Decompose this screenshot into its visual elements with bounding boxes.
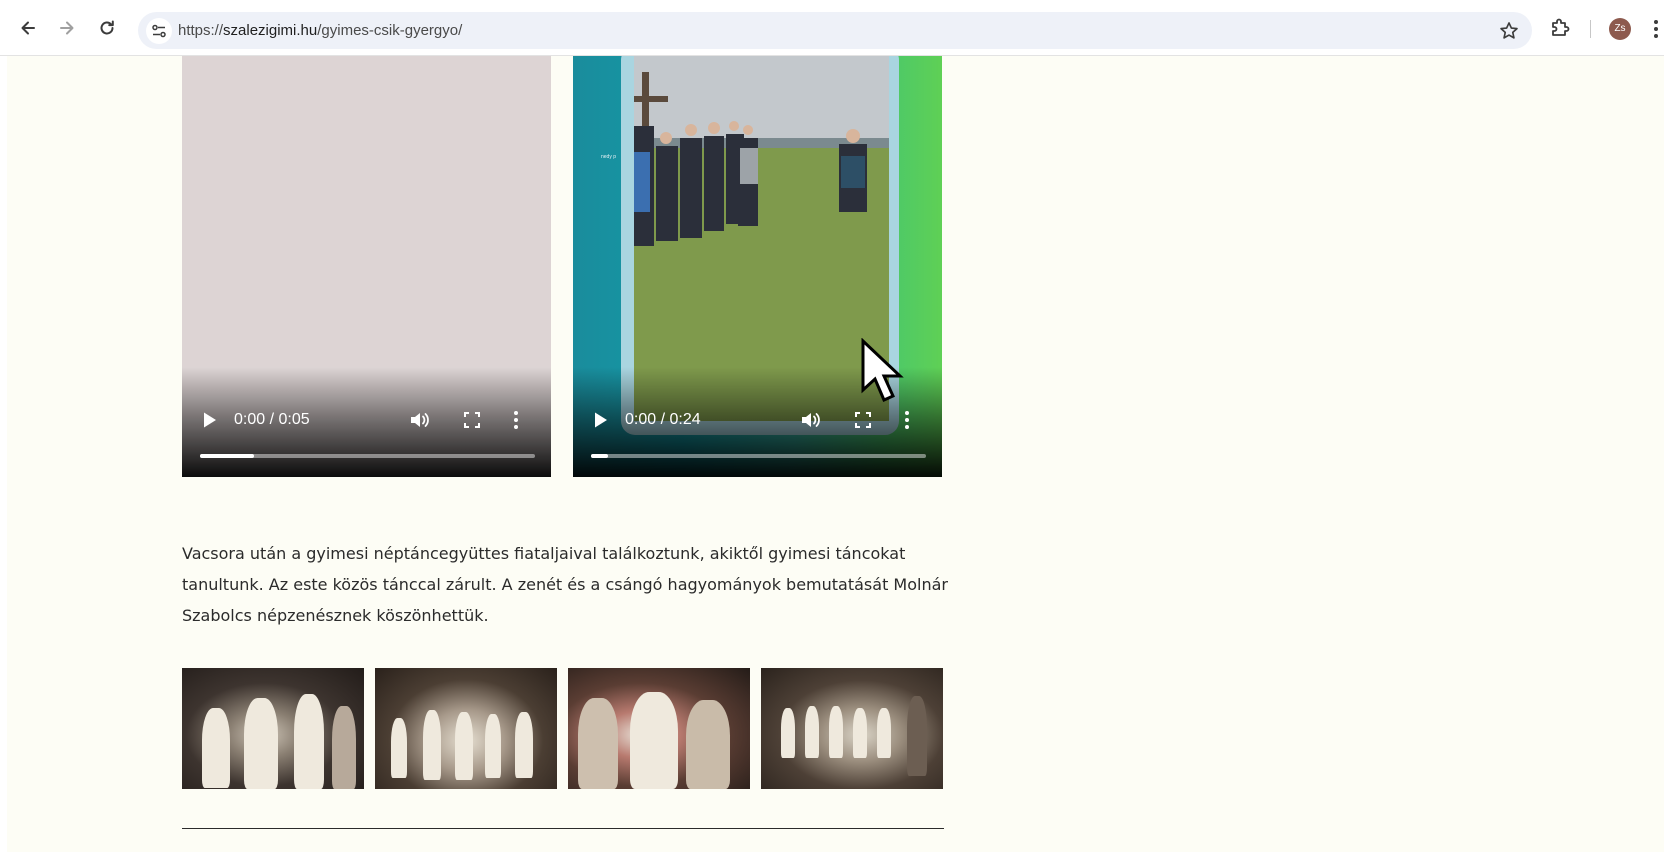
profile-avatar[interactable]: Zs (1609, 18, 1631, 40)
video-progress-track[interactable] (591, 454, 926, 458)
video-time: 0:00 / 0:05 (234, 411, 310, 428)
page-left-edge (0, 56, 7, 852)
url-text[interactable]: https://szalezigimi.hu/gyimes-csik-gyerg… (178, 12, 462, 49)
video-player-1[interactable]: 0:00 / 0:05 (182, 56, 551, 477)
reload-button[interactable] (93, 14, 121, 42)
arrow-left-icon (21, 21, 35, 35)
url-prefix: https:// (178, 22, 224, 39)
mouse-cursor-icon (861, 338, 904, 402)
gallery-image-1[interactable] (182, 668, 364, 789)
more-options-icon[interactable] (512, 409, 520, 431)
article-paragraph: Vacsora után a gyimesi néptáncegyüttes f… (182, 544, 948, 625)
extensions-icon[interactable] (1548, 16, 1572, 40)
forward-button[interactable] (53, 14, 81, 42)
fullscreen-icon[interactable] (853, 410, 873, 430)
gallery-image-4[interactable] (761, 668, 943, 789)
fullscreen-icon[interactable] (462, 410, 482, 430)
volume-icon[interactable] (799, 409, 821, 431)
volume-icon[interactable] (408, 409, 430, 431)
back-button[interactable] (14, 14, 42, 42)
browser-toolbar: https://szalezigimi.hu/gyimes-csik-gyerg… (0, 0, 1664, 56)
tune-icon (152, 24, 166, 38)
url-host: szalezigimi.hu (223, 22, 318, 39)
address-bar[interactable]: https://szalezigimi.hu/gyimes-csik-gyerg… (138, 12, 1532, 49)
video-time: 0:00 / 0:24 (625, 411, 701, 428)
video-progress-fill (591, 454, 608, 458)
video-controls: 0:00 / 0:05 (182, 367, 551, 477)
video-progress-fill (200, 454, 254, 458)
bookmark-star-icon[interactable] (1498, 20, 1520, 42)
url-path: /gyimes-csik-gyergyo/ (317, 22, 463, 39)
arrow-right-icon (60, 21, 74, 35)
play-icon[interactable] (593, 411, 609, 429)
play-icon[interactable] (202, 411, 218, 429)
more-options-icon[interactable] (903, 409, 911, 431)
gallery-image-3[interactable] (568, 668, 750, 789)
section-divider (182, 828, 944, 829)
video-player-2[interactable]: nedy p 0:00 / 0:24 (573, 56, 942, 477)
video-overlay-text: nedy p (601, 154, 617, 160)
video-progress-track[interactable] (200, 454, 535, 458)
browser-menu-icon[interactable] (1652, 18, 1660, 40)
photo-gallery (182, 668, 944, 789)
reload-icon (100, 20, 114, 35)
toolbar-separator (1590, 20, 1591, 38)
site-info-button[interactable] (146, 18, 172, 44)
gallery-image-2[interactable] (375, 668, 557, 789)
